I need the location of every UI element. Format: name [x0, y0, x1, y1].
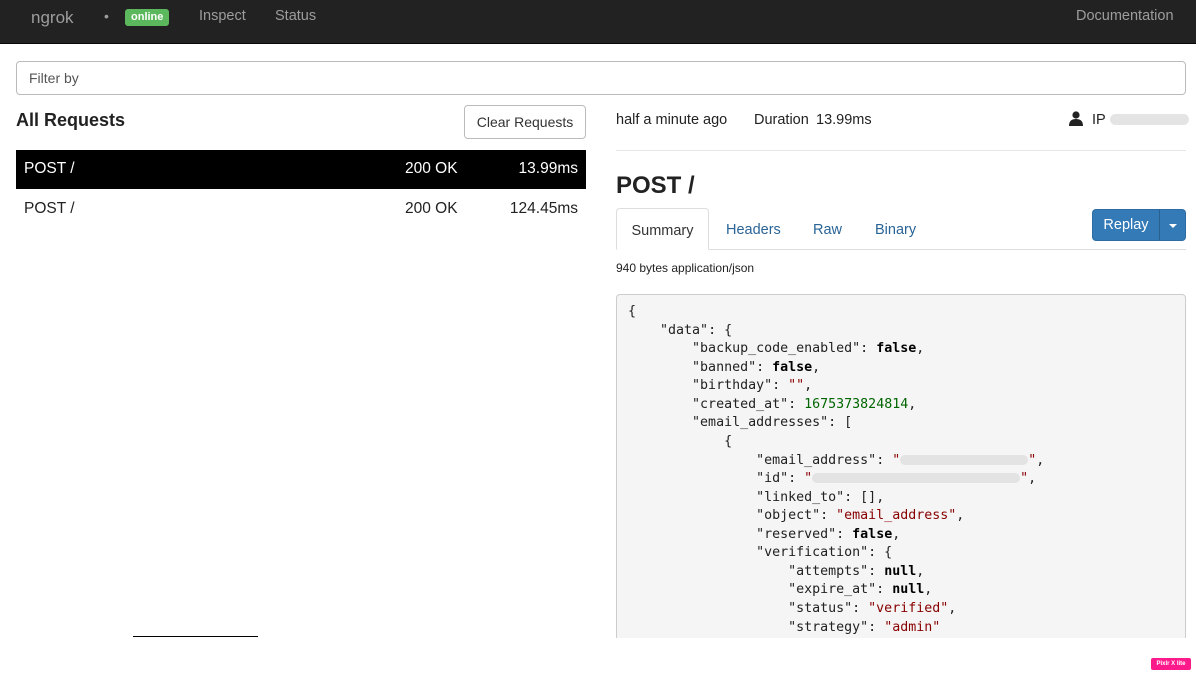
clear-requests-button[interactable]: Clear Requests: [464, 105, 586, 139]
nav-documentation-link[interactable]: Documentation: [1076, 8, 1174, 24]
redacted-email: [900, 455, 1029, 465]
json-line: {: [628, 434, 733, 449]
brand-logo[interactable]: ngrok: [31, 8, 74, 28]
ip-label: IP: [1092, 112, 1106, 128]
json-body-viewer[interactable]: { "data": { "backup_code_enabled": false…: [616, 294, 1186, 654]
json-line: "status": "verified",: [788, 601, 957, 616]
json-line: "reserved": false,: [756, 527, 901, 542]
top-navbar: ngrok • online Inspect Status Documentat…: [0, 0, 1196, 44]
request-title: POST /: [616, 172, 695, 199]
replay-dropdown-toggle[interactable]: [1159, 209, 1186, 241]
json-line: "data": {: [660, 323, 733, 338]
caret-down-icon: [1169, 224, 1177, 228]
redacted-id: [812, 473, 1021, 483]
json-line: "strategy": "admin": [788, 620, 941, 635]
json-line: "created_at": 1675373824814,: [692, 397, 917, 412]
json-line: "object": "email_address",: [756, 508, 965, 523]
json-line: "birthday": "",: [692, 378, 813, 393]
request-row[interactable]: POST / 200 OK 13.99ms: [16, 150, 586, 189]
json-line: "email_addresses": [: [692, 415, 853, 430]
json-line: "attempts": null,: [788, 564, 925, 579]
json-line: "expire_at": null,: [788, 582, 933, 597]
json-line: {: [628, 304, 637, 319]
user-icon: [1069, 111, 1083, 126]
json-line: "backup_code_enabled": false,: [692, 341, 925, 356]
request-duration: 13.99ms: [518, 160, 578, 177]
filter-input[interactable]: [16, 61, 1186, 95]
bottom-mask: [0, 638, 1196, 675]
redacted-ip: [1110, 114, 1189, 125]
tab-raw[interactable]: Raw: [813, 208, 842, 250]
tab-summary[interactable]: Summary: [616, 208, 709, 250]
json-line: "id": " ",: [756, 471, 1037, 486]
divider-line: [133, 636, 258, 637]
request-time-ago: half a minute ago: [616, 112, 728, 128]
json-line: "email_address": " ",: [756, 453, 1045, 468]
duration-label: Duration: [754, 112, 809, 128]
request-row[interactable]: POST / 200 OK 124.45ms: [16, 190, 586, 229]
json-line: "banned": false,: [692, 360, 821, 375]
replay-button[interactable]: Replay: [1092, 209, 1160, 241]
tab-headers[interactable]: Headers: [726, 208, 781, 250]
request-method-path: POST /: [24, 160, 75, 177]
body-size-info: 940 bytes application/json: [616, 261, 755, 275]
nav-status-link[interactable]: Status: [275, 8, 316, 24]
json-line: "verification": {: [756, 545, 893, 560]
request-method-path: POST /: [24, 200, 75, 217]
duration-value: 13.99ms: [816, 112, 872, 128]
json-line: "linked_to": [],: [756, 490, 885, 505]
request-status: 200 OK: [405, 200, 458, 217]
pixlr-watermark-logo: Pixlr X lite: [1151, 658, 1191, 670]
all-requests-heading: All Requests: [16, 110, 126, 130]
header-divider: [616, 150, 1186, 151]
request-duration: 124.45ms: [509, 200, 578, 217]
nav-inspect-link[interactable]: Inspect: [199, 8, 246, 24]
tab-binary[interactable]: Binary: [875, 208, 916, 250]
online-status-badge: online: [125, 9, 170, 26]
nav-separator: •: [104, 8, 109, 24]
request-status: 200 OK: [405, 160, 458, 177]
